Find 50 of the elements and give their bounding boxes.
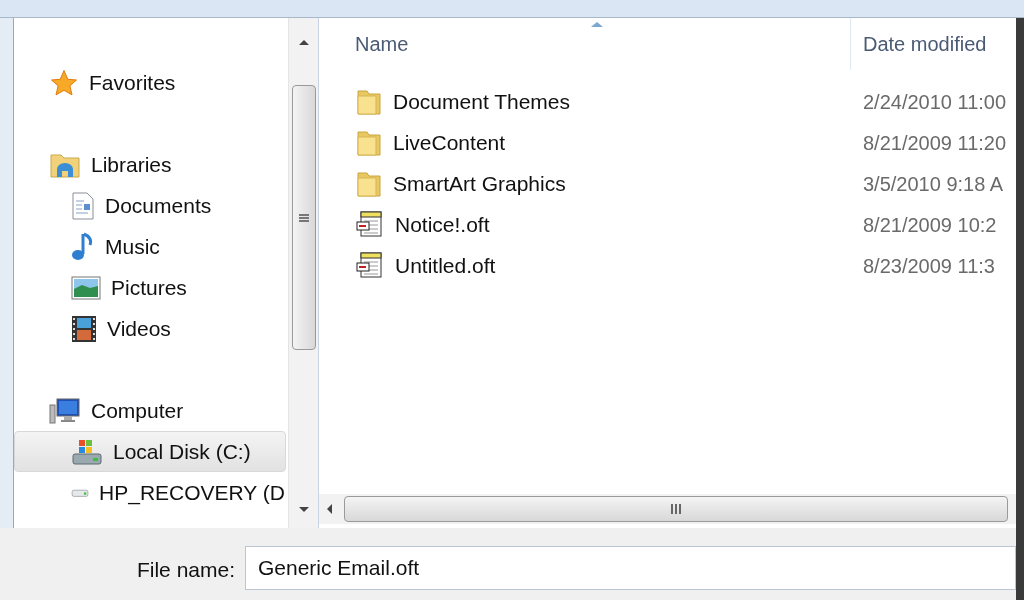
scroll-up-icon[interactable] [298,40,309,45]
navigation-item[interactable]: Local Disk (C:) [14,431,286,472]
file-name: Notice!.oft [395,211,490,238]
film-strip-icon [71,314,97,343]
scrollbar-thumb[interactable] [291,85,316,350]
horizontal-scrollbar[interactable] [319,494,1016,524]
drive-with-windows-logo-icon [71,437,103,466]
vertical-scrollbar[interactable] [288,18,318,528]
music-note-icon [71,231,95,262]
grip-icon [671,504,681,514]
date-modified: 8/21/2009 11:20 [862,130,1007,156]
file-row[interactable]: Document Themes 2/24/2010 11:00 [319,81,1016,122]
file-name-field[interactable]: Generic Email.oft [245,546,1016,590]
date-modified: 3/5/2010 9:18 A [862,171,1004,197]
file-name: LiveContent [393,129,506,156]
date-modified: 8/21/2009 10:2 [862,212,997,238]
navigation-item[interactable]: Favorites [14,62,286,103]
date-modified: 8/23/2009 11:3 [862,253,995,279]
scroll-left-icon[interactable] [327,504,332,514]
template-file-icon [355,250,385,281]
navigation-item[interactable]: Videos [14,308,286,349]
date-modified: 2/24/2010 11:00 [862,89,1007,115]
file-row[interactable]: LiveContent 8/21/2009 11:20 [319,122,1016,163]
navigation-item[interactable]: Documents [14,185,286,226]
file-name: Untitled.oft [395,252,496,279]
grip-icon [298,213,309,222]
computer-icon [49,396,81,425]
template-file-icon [355,209,385,240]
file-row[interactable]: Untitled.oft 8/23/2009 11:3 [319,245,1016,286]
sort-ascending-icon [591,22,603,27]
document-icon [71,191,95,220]
navigation-item[interactable]: Computer [14,390,286,431]
scrollbar-thumb[interactable] [344,496,1008,522]
folder-icon [355,169,383,198]
scroll-down-icon[interactable] [298,507,309,512]
landscape-picture-icon [71,275,101,300]
file-name: SmartArt Graphics [393,170,566,197]
file-name: Document Themes [393,88,571,115]
column-header[interactable]: Date modified [851,18,1016,70]
star-icon [49,67,79,98]
column-header[interactable]: Name [319,18,851,70]
navigation-item[interactable]: Music [14,226,286,267]
file-row[interactable]: Notice!.oft 8/21/2009 10:2 [319,204,1016,245]
navigation-item[interactable]: Pictures [14,267,286,308]
file-row[interactable]: SmartArt Graphics 3/5/2010 9:18 A [319,163,1016,204]
folder-icon [355,87,383,116]
navigation-item[interactable]: Libraries [14,144,286,185]
folder-icon [355,128,383,157]
field-label: File name: [135,557,236,583]
navigation-item[interactable]: HP_RECOVERY (D [14,472,286,513]
